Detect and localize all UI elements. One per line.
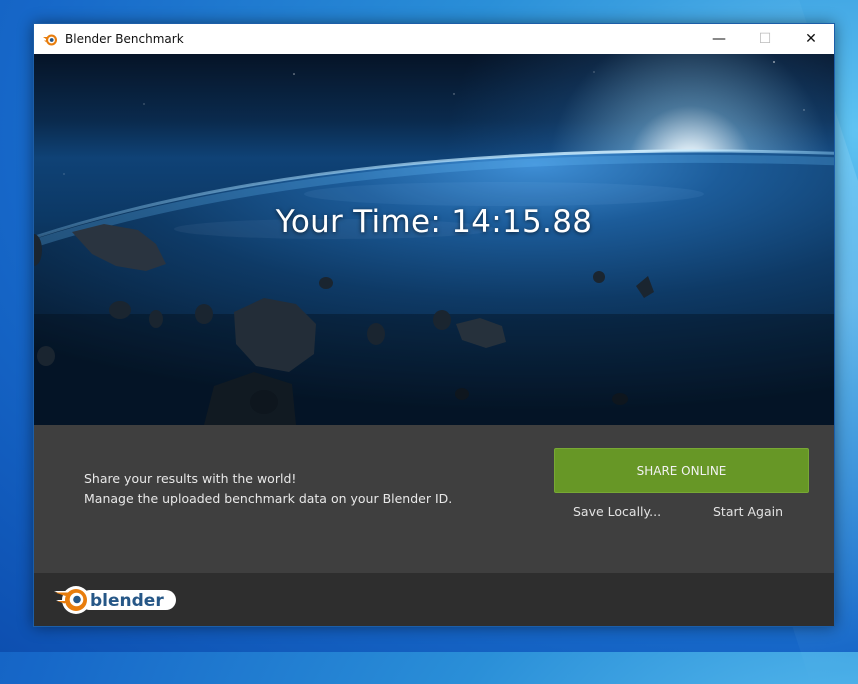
title-bar[interactable]: Blender Benchmark — ☐ ✕ — [34, 24, 834, 54]
start-again-button[interactable]: Start Again — [713, 504, 783, 519]
app-window: Blender Benchmark — ☐ ✕ Your Time: 14:15… — [33, 23, 835, 627]
share-online-button[interactable]: SHARE ONLINE — [554, 448, 809, 493]
logo-text: blender — [90, 591, 164, 611]
close-icon[interactable]: ✕ — [788, 24, 834, 54]
blender-icon — [43, 34, 57, 46]
window-title: Blender Benchmark — [65, 32, 184, 46]
share-description-line2: Manage the uploaded benchmark data on yo… — [84, 491, 453, 506]
footer-bar: blender — [34, 573, 834, 626]
maximize-icon[interactable]: ☐ — [742, 24, 788, 54]
blender-logo: blender — [54, 586, 176, 614]
share-description: Share your results with the world! Manag… — [84, 469, 454, 509]
window-controls: — ☐ ✕ — [696, 24, 834, 54]
save-locally-button[interactable]: Save Locally... — [573, 504, 661, 519]
results-panel: Share your results with the world! Manag… — [34, 425, 834, 573]
benchmark-time: Your Time: 14:15.88 — [275, 204, 593, 240]
share-description-line1: Share your results with the world! — [84, 471, 297, 486]
hero-banner: Your Time: 14:15.88 — [34, 54, 834, 425]
minimize-icon[interactable]: — — [696, 24, 742, 54]
